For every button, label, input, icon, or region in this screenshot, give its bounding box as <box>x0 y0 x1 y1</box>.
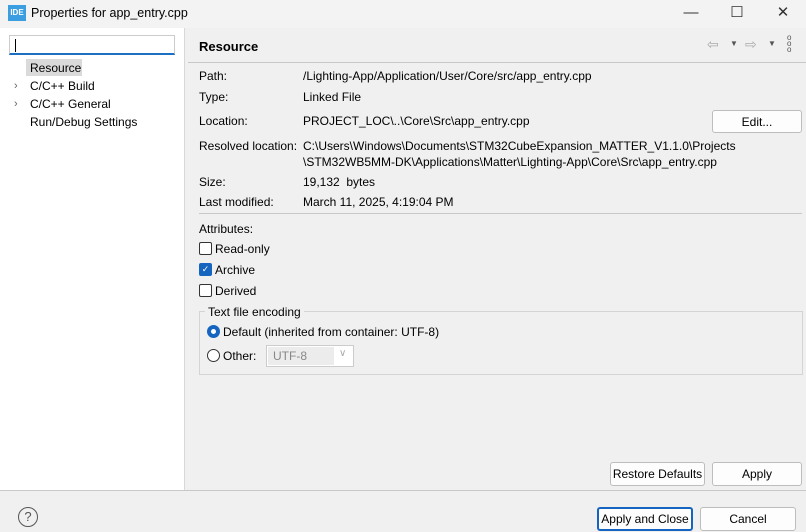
location-value: PROJECT_LOC\..\Core\Src\app_entry.cpp <box>303 114 530 128</box>
type-label: Type: <box>199 90 229 104</box>
encoding-select[interactable]: UTF-8 ∨ <box>266 345 354 367</box>
archive-checkbox[interactable]: ✓ <box>199 263 212 276</box>
resolved-location-line2: \STM32WB5MM-DK\Applications\Matter\Light… <box>303 155 717 169</box>
filter-input[interactable] <box>9 35 175 55</box>
resolved-location-label: Resolved location: <box>199 139 298 153</box>
apply-button[interactable]: Apply <box>712 462 802 486</box>
window-title: Properties for app_entry.cpp <box>31 6 188 20</box>
read-only-label: Read-only <box>215 242 270 256</box>
location-label: Location: <box>199 114 248 128</box>
back-arrow-icon[interactable]: ⇦ <box>707 36 719 53</box>
size-label: Size: <box>199 175 226 189</box>
restore-defaults-button[interactable]: Restore Defaults <box>610 462 705 486</box>
chevron-right-icon[interactable]: › <box>14 80 18 92</box>
read-only-checkbox[interactable] <box>199 242 212 255</box>
last-modified-value: March 11, 2025, 4:19:04 PM <box>303 195 454 209</box>
apply-and-close-button[interactable]: Apply and Close <box>597 507 693 531</box>
archive-label: Archive <box>215 263 256 277</box>
derived-label: Derived <box>215 284 257 298</box>
derived-checkbox[interactable] <box>199 284 212 297</box>
help-icon[interactable]: ? <box>18 507 38 527</box>
encoding-group-label: Text file encoding <box>205 305 304 319</box>
attributes-label: Attributes: <box>199 222 254 236</box>
encoding-select-value: UTF-8 <box>268 347 334 365</box>
resolved-location-line1: C:\Users\Windows\Documents\STM32CubeExpa… <box>303 139 736 153</box>
sidebar-item-cpp-build[interactable]: C/C++ Build <box>30 79 95 93</box>
sidebar-item-resource[interactable]: Resource <box>30 61 81 75</box>
cancel-button[interactable]: Cancel <box>700 507 796 531</box>
close-button[interactable]: ✕ <box>760 0 806 28</box>
divider <box>199 213 802 214</box>
sidebar-item-run-debug[interactable]: Run/Debug Settings <box>30 115 137 129</box>
path-value: /Lighting-App/Application/User/Core/src/… <box>303 69 592 83</box>
other-encoding-radio[interactable] <box>207 349 220 362</box>
type-value: Linked File <box>303 90 362 104</box>
size-value: 19,132 bytes <box>303 175 376 189</box>
sidebar: Resource › C/C++ Build › C/C++ General R… <box>0 28 185 490</box>
page-title: Resource <box>199 39 259 54</box>
forward-dropdown-icon[interactable]: ▼ <box>768 39 776 48</box>
back-dropdown-icon[interactable]: ▼ <box>730 39 738 48</box>
other-encoding-label: Other: <box>223 349 257 363</box>
footer-divider <box>0 490 806 491</box>
default-encoding-label: Default (inherited from container: UTF-8… <box>223 325 440 339</box>
forward-arrow-icon[interactable]: ⇨ <box>745 36 757 53</box>
ide-logo-icon: IDE <box>8 5 26 21</box>
more-menu-icon[interactable]: ooo <box>787 34 793 54</box>
header-divider <box>188 62 806 63</box>
maximize-button[interactable]: ☐ <box>714 0 760 28</box>
minimize-button[interactable]: — <box>668 0 714 28</box>
sidebar-item-cpp-general[interactable]: C/C++ General <box>30 97 111 111</box>
edit-button[interactable]: Edit... <box>712 110 802 133</box>
default-encoding-radio[interactable] <box>207 325 220 338</box>
last-modified-label: Last modified: <box>199 195 274 209</box>
chevron-down-icon: ∨ <box>339 348 347 359</box>
chevron-right-icon[interactable]: › <box>14 98 18 110</box>
title-bar: IDE Properties for app_entry.cpp — ☐ ✕ <box>0 0 806 28</box>
text-caret <box>15 39 16 52</box>
path-label: Path: <box>199 69 228 83</box>
